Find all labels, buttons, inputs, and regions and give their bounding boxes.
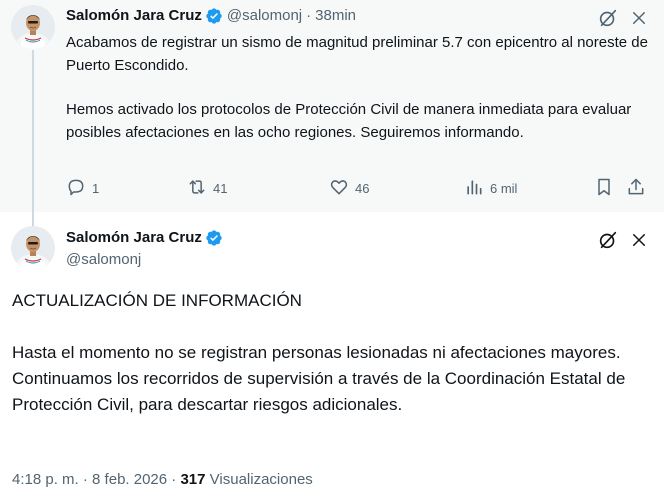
- verified-badge-icon[interactable]: [205, 7, 223, 25]
- parent-tweet-text: Acabamos de registrar un sismo de magnit…: [66, 32, 656, 144]
- like-button[interactable]: 46: [329, 177, 369, 200]
- tweet-paragraph: Acabamos de registrar un sismo de magnit…: [66, 34, 648, 74]
- views-count: 6 mil: [490, 181, 518, 196]
- views-icon: [464, 177, 484, 200]
- verified-badge-icon[interactable]: [205, 229, 223, 247]
- views-total: 317: [180, 471, 206, 488]
- tweet-timestamp[interactable]: 38min: [315, 6, 356, 26]
- repost-count: 41: [213, 181, 228, 196]
- tweet-meta-line: 4:18 p. m. · 8 feb. 2026 · 317 Visualiza…: [12, 470, 313, 490]
- reply-button[interactable]: 1: [66, 177, 99, 200]
- share-icon: [626, 177, 646, 200]
- bookmark-icon: [594, 177, 614, 200]
- main-author-block: Salomón Jara Cruz @salomonj: [66, 228, 223, 270]
- more-icon[interactable]: [628, 229, 650, 251]
- tweet-thread: Salomón Jara Cruz @salomonj · 38min Acab…: [0, 0, 664, 503]
- grok-icon[interactable]: [597, 7, 619, 29]
- like-icon: [329, 177, 349, 200]
- parent-author-row: Salomón Jara Cruz @salomonj · 38min: [66, 6, 356, 26]
- reply-count: 1: [92, 181, 100, 196]
- bookmark-button[interactable]: [594, 177, 614, 200]
- author-handle[interactable]: @salomonj: [66, 250, 223, 270]
- repost-icon: [187, 177, 207, 200]
- tweet-date[interactable]: 8 feb. 2026: [92, 471, 167, 488]
- separator-dot: ·: [171, 471, 177, 488]
- share-button[interactable]: [626, 177, 646, 200]
- avatar[interactable]: [11, 226, 55, 270]
- tweet-action-bar: 1 41 46 6 mil: [66, 177, 656, 201]
- repost-button[interactable]: 41: [187, 177, 227, 200]
- views-label: Visualizaciones: [209, 471, 313, 488]
- reply-icon: [66, 177, 86, 200]
- author-display-name[interactable]: Salomón Jara Cruz: [66, 6, 202, 26]
- parent-tweet[interactable]: Salomón Jara Cruz @salomonj · 38min Acab…: [0, 0, 664, 230]
- separator-dot: ·: [306, 7, 312, 24]
- grok-icon[interactable]: [597, 229, 619, 251]
- avatar[interactable]: [11, 5, 55, 49]
- author-display-name[interactable]: Salomón Jara Cruz: [66, 228, 202, 248]
- tweet-paragraph: ACTUALIZACIÓN DE INFORMACIÓN: [12, 291, 302, 310]
- more-icon[interactable]: [628, 7, 650, 29]
- tweet-paragraph: Hemos activado los protocolos de Protecc…: [66, 101, 632, 141]
- main-tweet-text: ACTUALIZACIÓN DE INFORMACIÓN Hasta el mo…: [12, 288, 652, 418]
- tweet-time[interactable]: 4:18 p. m.: [12, 471, 79, 488]
- separator-dot: ·: [82, 471, 88, 488]
- author-handle[interactable]: @salomonj: [227, 6, 302, 26]
- author-name-line: Salomón Jara Cruz: [66, 228, 223, 248]
- thread-connector-line: [32, 50, 34, 230]
- views-button[interactable]: 6 mil: [464, 177, 517, 200]
- tweet-paragraph: Hasta el momento no se registran persona…: [12, 343, 626, 414]
- like-count: 46: [355, 181, 370, 196]
